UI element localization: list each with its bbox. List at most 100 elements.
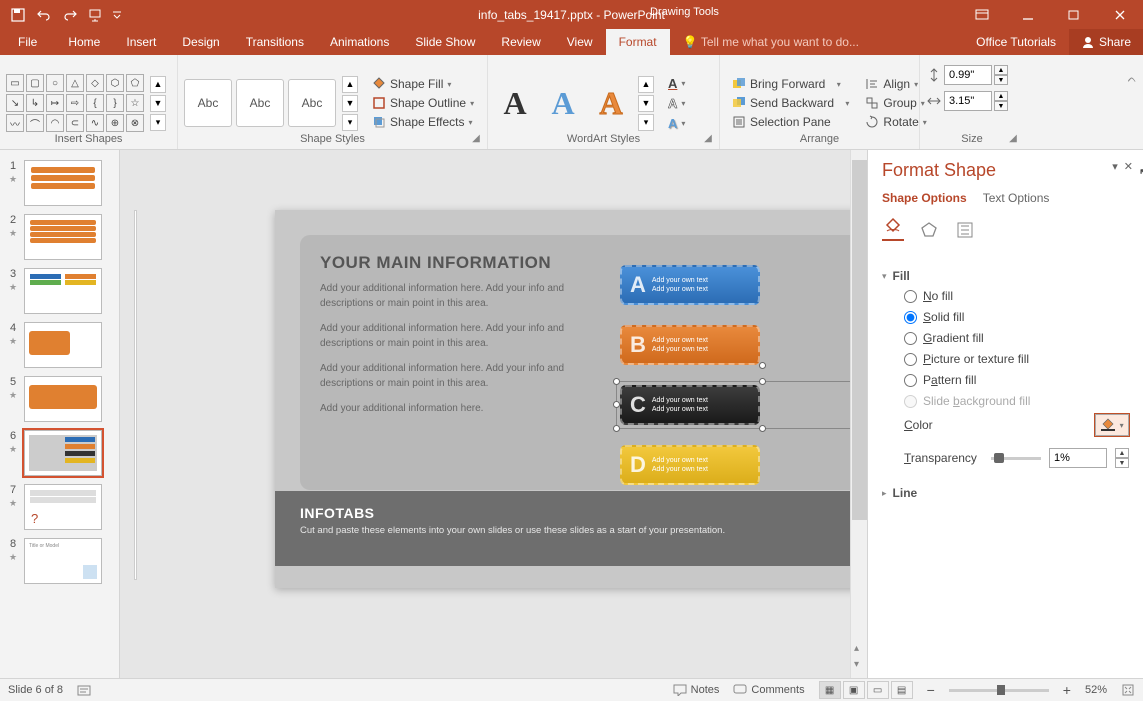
info-tab-a[interactable]: AAdd your own textAdd your own text DESC…	[620, 265, 888, 305]
start-from-beginning-button[interactable]	[84, 3, 108, 27]
shapes-gallery-scroll[interactable]: ▲▼▾	[150, 76, 166, 131]
width-up[interactable]: ▲	[994, 91, 1008, 101]
width-spinner[interactable]: ▲▼	[926, 91, 1008, 111]
gradient-fill-radio[interactable]: Gradient fill	[904, 331, 1129, 345]
reading-view-button[interactable]: ▭	[867, 681, 889, 699]
bring-forward-button[interactable]: Bring Forward ▾	[726, 75, 855, 93]
wordart-scroll[interactable]: ▲▼▾	[638, 76, 654, 131]
wordart-preset-2[interactable]: A	[542, 79, 584, 127]
design-tab[interactable]: Design	[169, 29, 232, 55]
transp-down[interactable]: ▼	[1115, 458, 1129, 468]
spell-check-icon[interactable]	[77, 683, 93, 697]
canvas-vscrollbar[interactable]: ▴ ▾	[850, 150, 867, 678]
height-input[interactable]	[944, 65, 992, 85]
shape-style-preset-3[interactable]: Abc	[288, 79, 336, 127]
wordart-launcher[interactable]: ◢	[701, 131, 715, 145]
thumb-4[interactable]: 4★	[0, 318, 119, 372]
view-tab[interactable]: View	[554, 29, 606, 55]
format-tab[interactable]: Format	[606, 29, 670, 55]
info-tab-b[interactable]: BAdd your own textAdd your own text DESC…	[620, 325, 888, 365]
width-down[interactable]: ▼	[994, 101, 1008, 111]
thumb-3[interactable]: 3★	[0, 264, 119, 318]
comments-button[interactable]: Comments	[733, 684, 804, 696]
solid-fill-radio[interactable]: Solid fill	[904, 310, 1129, 324]
selection-pane-button[interactable]: Selection Pane	[726, 113, 855, 131]
height-up[interactable]: ▲	[994, 65, 1008, 75]
close-button[interactable]	[1097, 0, 1143, 29]
qat-customize-button[interactable]	[110, 3, 124, 27]
tellme-search[interactable]: 💡 Tell me what you want to do...	[670, 29, 872, 55]
picture-fill-radio[interactable]: Picture or texture fill	[904, 352, 1129, 366]
text-effects-button[interactable]: A▾	[662, 114, 691, 133]
shape-outline-button[interactable]: Shape Outline▾	[366, 94, 480, 112]
width-input[interactable]	[944, 91, 992, 111]
shape-style-preset-1[interactable]: Abc	[184, 79, 232, 127]
height-down[interactable]: ▼	[994, 75, 1008, 85]
text-fill-button[interactable]: A▾	[662, 74, 691, 93]
fill-section-header[interactable]: ▾Fill	[882, 263, 1129, 289]
fit-to-window-button[interactable]	[1121, 683, 1135, 697]
normal-view-button[interactable]: ▦	[819, 681, 841, 699]
save-button[interactable]	[6, 3, 30, 27]
animations-tab[interactable]: Animations	[317, 29, 402, 55]
collapse-ribbon-button[interactable]: ᨈ	[1128, 73, 1137, 86]
notes-button[interactable]: Notes	[673, 684, 720, 696]
thumb-1[interactable]: 1★	[0, 156, 119, 210]
no-fill-radio[interactable]: No fill	[904, 289, 1129, 303]
shape-style-preset-2[interactable]: Abc	[236, 79, 284, 127]
zoom-out-button[interactable]: −	[927, 682, 935, 698]
shape-styles-scroll[interactable]: ▲▼▾	[342, 76, 358, 131]
ribbon: ▭▢○△◇⬡⬠ ↘↳↦⇨{}☆ 〰⌒◠⊂∿⊕⊗ ▲▼▾ Insert Shape…	[0, 55, 1143, 150]
slide-canvas[interactable]: YOUR MAIN INFORMATION Add your additiona…	[120, 150, 867, 678]
share-button[interactable]: Share	[1069, 29, 1143, 55]
info-tab-d[interactable]: DAdd your own textAdd your own text DESC…	[620, 445, 888, 485]
slide-indicator[interactable]: Slide 6 of 8	[8, 684, 63, 696]
text-outline-button[interactable]: A▾	[662, 94, 691, 113]
zoom-in-button[interactable]: +	[1063, 682, 1071, 698]
home-tab[interactable]: Home	[55, 29, 113, 55]
shape-fill-button[interactable]: Shape Fill▾	[366, 75, 480, 93]
file-tab[interactable]: File	[0, 29, 55, 55]
size-properties-icon[interactable]	[954, 219, 976, 241]
shape-options-tab[interactable]: Shape Options	[882, 191, 967, 209]
thumb-6[interactable]: 6★	[0, 426, 119, 480]
pattern-fill-radio[interactable]: Pattern fill	[904, 373, 1129, 387]
text-options-tab[interactable]: Text Options	[983, 191, 1050, 209]
thumb-8[interactable]: 8★Title or Model	[0, 534, 119, 588]
info-tab-c[interactable]: CAdd your own textAdd your own text DESC…	[620, 385, 888, 425]
redo-button[interactable]	[58, 3, 82, 27]
undo-button[interactable]	[32, 3, 56, 27]
shape-styles-launcher[interactable]: ◢	[469, 131, 483, 145]
slideshow-view-button[interactable]: ▤	[891, 681, 913, 699]
pane-menu-button[interactable]: ▾	[1112, 160, 1118, 173]
pane-close-button[interactable]: ✕	[1124, 160, 1133, 173]
height-spinner[interactable]: ▲▼	[926, 65, 1008, 85]
effects-icon[interactable]	[918, 219, 940, 241]
fill-line-icon[interactable]	[882, 219, 904, 241]
transparency-input[interactable]	[1049, 448, 1107, 468]
minimize-button[interactable]	[1005, 0, 1051, 29]
line-section-header[interactable]: ▸Line	[882, 480, 1129, 506]
sorter-view-button[interactable]: ▣	[843, 681, 865, 699]
zoom-slider[interactable]	[949, 689, 1049, 692]
shape-effects-button[interactable]: Shape Effects▾	[366, 113, 480, 131]
insert-tab[interactable]: Insert	[113, 29, 169, 55]
office-tutorials-link[interactable]: Office Tutorials	[963, 29, 1069, 55]
fill-color-button[interactable]: ▾	[1095, 414, 1129, 436]
size-launcher[interactable]: ◢	[1006, 131, 1020, 145]
maximize-button[interactable]	[1051, 0, 1097, 29]
shapes-gallery[interactable]: ▭▢○△◇⬡⬠ ↘↳↦⇨{}☆ 〰⌒◠⊂∿⊕⊗	[6, 74, 144, 132]
thumb-5[interactable]: 5★	[0, 372, 119, 426]
transitions-tab[interactable]: Transitions	[233, 29, 317, 55]
wordart-preset-1[interactable]: A	[494, 79, 536, 127]
thumb-7[interactable]: 7★?	[0, 480, 119, 534]
review-tab[interactable]: Review	[488, 29, 553, 55]
transparency-slider[interactable]	[991, 457, 1041, 460]
wordart-preset-3[interactable]: A	[590, 79, 632, 127]
thumb-2[interactable]: 2★	[0, 210, 119, 264]
ribbon-display-options-button[interactable]	[959, 0, 1005, 29]
slideshow-tab[interactable]: Slide Show	[402, 29, 488, 55]
transp-up[interactable]: ▲	[1115, 448, 1129, 458]
zoom-value[interactable]: 52%	[1085, 684, 1107, 696]
send-backward-button[interactable]: Send Backward ▾	[726, 94, 855, 112]
